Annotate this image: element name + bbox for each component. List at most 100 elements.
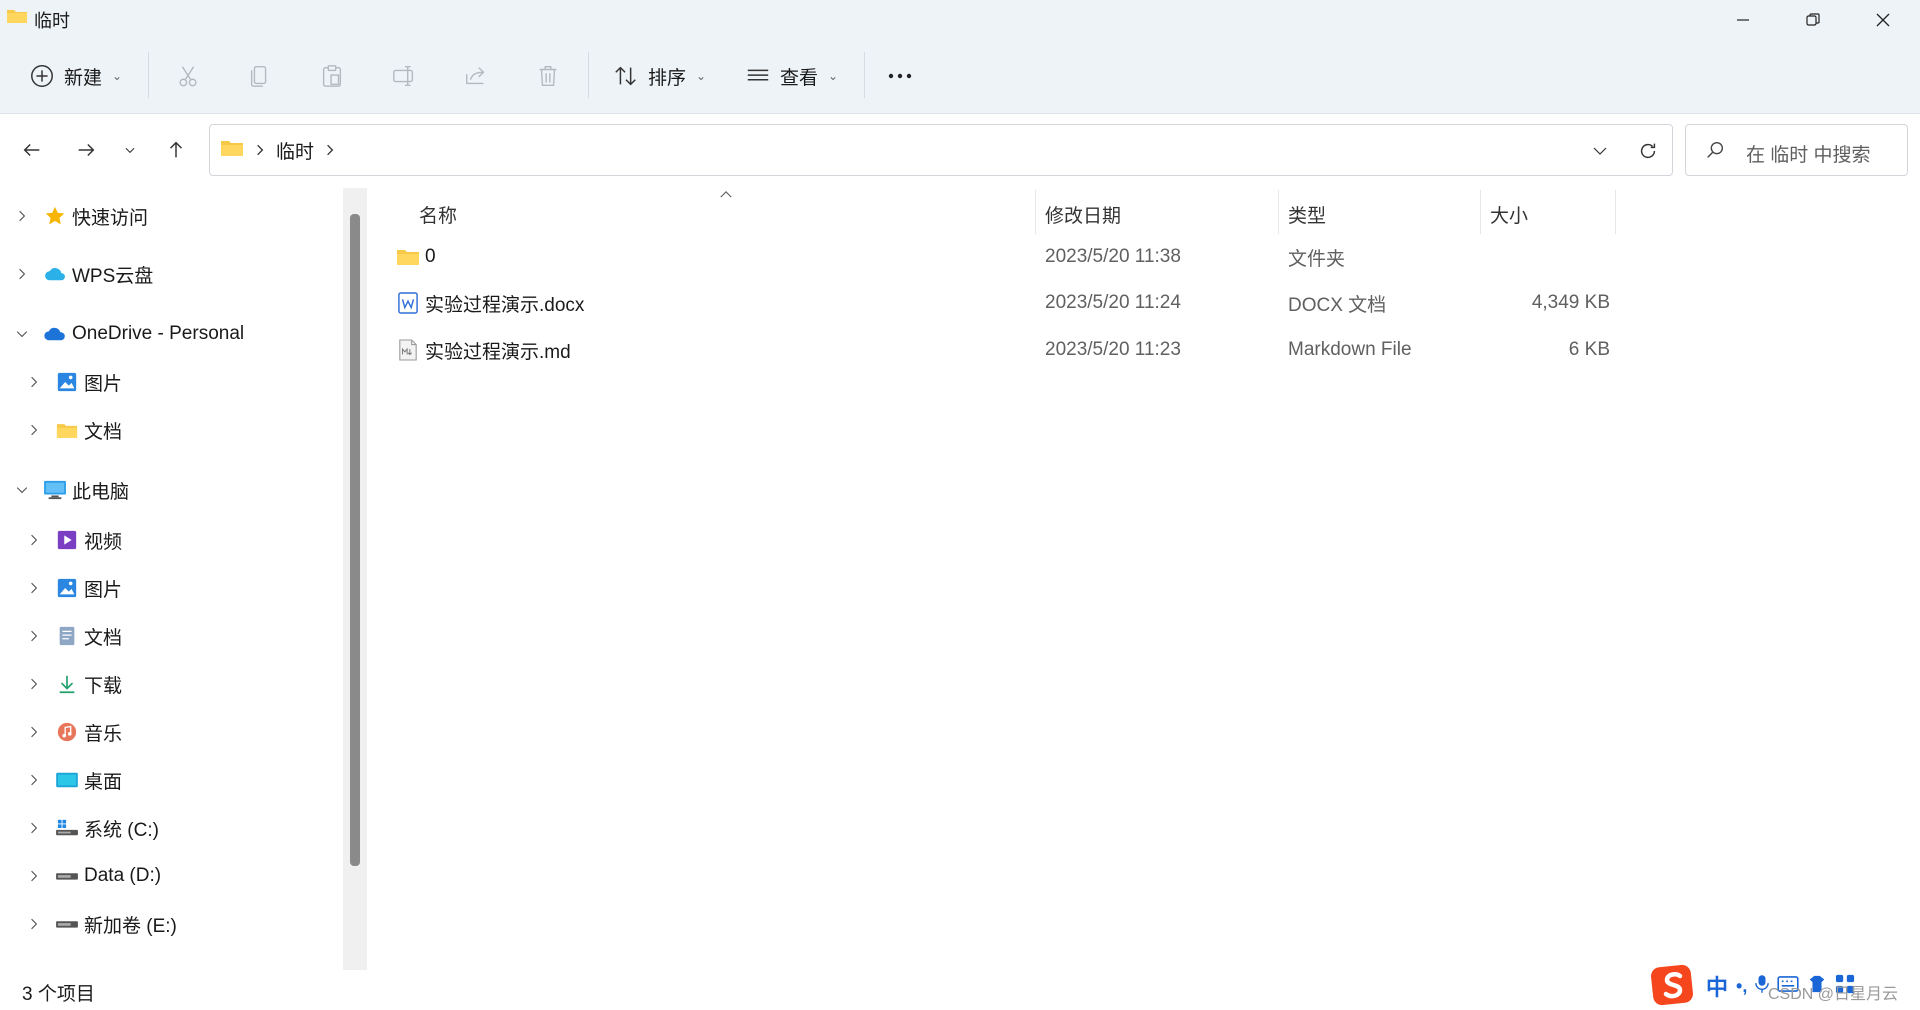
view-label: 查看 [780,67,819,89]
chevron-right-icon[interactable] [24,866,44,886]
nav-item-label: Data (D:) [84,865,162,886]
nav-item-label: 文档 [84,627,123,649]
file-name: 0 [425,246,436,267]
nav-item-downloads[interactable]: 下载 [24,664,122,704]
share-button[interactable] [462,54,490,98]
chevron-right-icon[interactable] [24,578,44,598]
breadcrumb-item[interactable]: 临时 [276,137,314,164]
refresh-button[interactable] [1634,137,1662,165]
chevron-right-icon[interactable] [24,722,44,742]
music-icon [54,720,80,744]
nav-item-label: 文档 [84,421,123,443]
nav-item-onedrive-pictures[interactable]: 图片 [24,362,122,402]
search-input[interactable]: 在 临时 中搜索 [1746,140,1871,167]
chevron-right-icon[interactable] [12,264,32,284]
delete-button[interactable] [534,54,562,98]
minimize-button[interactable] [1708,0,1778,40]
address-bar[interactable]: 临时 [209,124,1673,176]
drive-icon [54,912,80,936]
address-dropdown-button[interactable] [1586,137,1614,165]
column-divider[interactable] [1615,190,1616,234]
file-list: 名称 修改日期 类型 大小 0 2023/5/20 11:38 文件夹 实验过程… [370,186,1920,970]
nav-item-label: 图片 [84,373,123,395]
nav-item-drive-c[interactable]: 系统 (C:) [24,808,159,848]
nav-item-this-pc[interactable]: 此电脑 [12,470,129,510]
back-button[interactable] [12,130,52,170]
nav-item-drive-d[interactable]: Data (D:) [24,856,161,896]
column-header-modified[interactable]: 修改日期 [1045,194,1121,234]
file-size: 4,349 KB [1531,292,1610,313]
nav-item-documents[interactable]: 文档 [24,616,122,656]
column-header-type[interactable]: 类型 [1288,194,1326,234]
folder-icon [54,418,80,442]
plus-circle-icon [28,62,56,90]
recent-locations-button[interactable] [110,130,150,170]
column-header-size[interactable]: 大小 [1490,194,1528,234]
sort-icon [612,62,640,90]
sort-button[interactable]: 排序 ⌄ [612,54,706,98]
column-divider[interactable] [1035,190,1036,234]
scissors-icon [174,62,202,90]
nav-scrollbar-thumb[interactable] [350,214,360,866]
chevron-down-icon: ⌄ [828,69,839,83]
column-divider[interactable] [1278,190,1279,234]
search-box[interactable]: 在 临时 中搜索 [1685,124,1908,176]
chevron-right-icon[interactable] [24,530,44,550]
file-row[interactable]: 实验过程演示.md 2023/5/20 11:23 Markdown File … [395,327,1695,373]
chevron-right-icon[interactable] [24,818,44,838]
drive-icon [54,864,80,888]
copy-button[interactable] [246,54,274,98]
column-header-name[interactable]: 名称 [419,194,457,234]
chevron-right-icon[interactable] [24,420,44,440]
nav-item-drive-e[interactable]: 新加卷 (E:) [24,904,177,944]
file-row[interactable]: 0 2023/5/20 11:38 文件夹 [395,234,1695,280]
nav-item-onedrive-documents[interactable]: 文档 [24,410,122,450]
column-divider[interactable] [1480,190,1481,234]
close-button[interactable] [1848,0,1918,40]
toolbar-divider [588,52,589,98]
up-button[interactable] [156,130,196,170]
forward-button[interactable] [66,130,106,170]
wps-cloud-icon [42,262,68,286]
ime-punctuation[interactable]: •, [1736,976,1747,997]
paste-button[interactable] [318,54,346,98]
ime-mode[interactable]: 中 [1706,970,1728,1002]
cut-button[interactable] [174,54,202,98]
chevron-right-icon[interactable] [24,372,44,392]
folder-icon [220,139,244,163]
nav-item-label: 桌面 [84,771,123,793]
nav-item-wps-cloud[interactable]: WPS云盘 [12,254,153,294]
trash-icon [534,62,562,90]
minimize-icon [1737,19,1749,21]
chevron-right-icon[interactable] [24,914,44,934]
chevron-right-icon[interactable] [24,626,44,646]
chevron-right-icon[interactable] [326,140,334,162]
nav-item-quick-access[interactable]: 快速访问 [12,196,148,236]
new-button[interactable]: 新建 ⌄ [28,54,122,98]
nav-item-pictures[interactable]: 图片 [24,568,122,608]
file-row[interactable]: 实验过程演示.docx 2023/5/20 11:24 DOCX 文档 4,34… [395,280,1695,326]
nav-item-desktop[interactable]: 桌面 [24,760,122,800]
folder-icon [6,8,28,24]
more-button[interactable] [886,54,914,98]
chevron-down-icon[interactable] [12,480,32,500]
command-bar: 新建 ⌄ 排序 ⌄ 查看 ⌄ [0,40,1920,110]
nav-item-videos[interactable]: 视频 [24,520,122,560]
chevron-right-icon[interactable] [12,206,32,226]
restore-button[interactable] [1778,0,1848,40]
view-button[interactable]: 查看 ⌄ [744,54,838,98]
list-view-icon [744,62,772,90]
nav-item-label: 下载 [84,675,123,697]
chevron-right-icon[interactable] [24,770,44,790]
rename-icon [390,62,418,90]
arrow-left-icon [23,143,40,157]
chevron-down-icon [125,147,135,154]
system-drive-icon [54,816,80,840]
chevron-right-icon[interactable] [24,674,44,694]
navigation-pane: 快速访问 WPS云盘 OneDrive - Personal 图片 文档 此电脑… [0,186,345,970]
nav-item-onedrive[interactable]: OneDrive - Personal [12,314,244,354]
nav-item-music[interactable]: 音乐 [24,712,122,752]
rename-button[interactable] [390,54,418,98]
computer-icon [42,478,68,502]
chevron-down-icon[interactable] [12,324,32,344]
